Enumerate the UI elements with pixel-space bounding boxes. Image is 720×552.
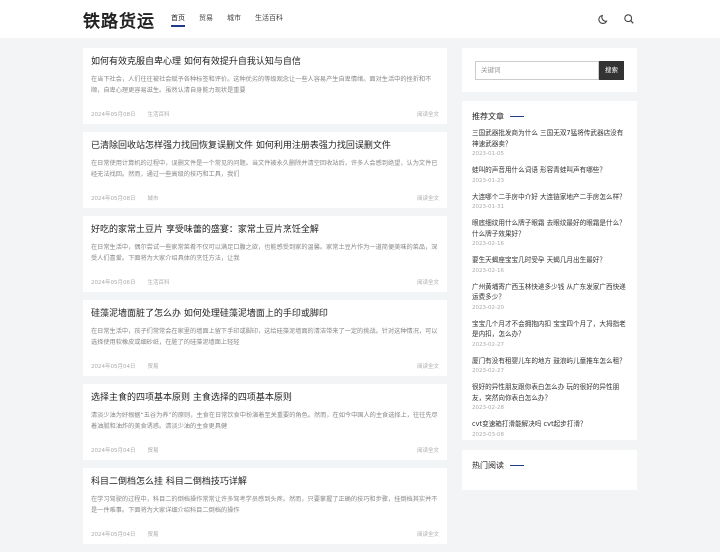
search-icon[interactable] — [623, 13, 635, 25]
recommended-widget: 推荐文章 三国武器批发商为什么 三国无双7猛将传武器店没有神速武器卖？ 2023-… — [462, 101, 637, 440]
article-date: 2024年05月04日 — [91, 532, 136, 538]
article-date: 2024年05月04日 — [91, 364, 136, 370]
article-title[interactable]: 选择主食的四项基本原则 主食选择的四项基本原则 — [91, 392, 439, 405]
list-item[interactable]: cvt变速箱打滑能解决吗 cvt起步打滑？ 2023-03-08 — [472, 419, 627, 440]
rec-date: 2023-02-16 — [472, 267, 504, 274]
article-excerpt: 在当下社会，人们往往被社会赋予各种标签和评价。这种优劣的等级观念让一些人容易产生… — [91, 76, 432, 94]
article-date: 2024年05月04日 — [91, 448, 136, 454]
read-more-link[interactable]: 阅读全文 — [417, 446, 439, 454]
article-meta: 2024年05月06日 生活百科 阅读全文 — [91, 278, 439, 286]
header: 铁路货运 首页 贸易 城市 生活百科 — [0, 0, 720, 38]
article-card[interactable]: 科目二倒档怎么挂 科目二倒档技巧详解 在学习驾驶的过程中，科目二的倒档操作常常让… — [83, 468, 447, 544]
rec-title[interactable]: 眼底细纹用什么牌子眼霜 去眼纹最好的眼霜是什么？什么牌子效果好？ — [472, 218, 627, 239]
nav-home[interactable]: 首页 — [171, 13, 185, 27]
hot-widget: 热门阅读 — [462, 449, 637, 490]
rec-date: 2023-01-05 — [472, 151, 504, 157]
article-meta: 2024年05月04日 贸易 阅读全文 — [91, 362, 439, 370]
read-more-link[interactable]: 阅读全文 — [417, 110, 439, 118]
read-more-link[interactable]: 阅读全文 — [417, 530, 439, 538]
hot-title: 热门阅读 — [472, 460, 627, 471]
moon-icon[interactable] — [598, 13, 610, 25]
search-input[interactable]: 关键词 — [475, 61, 599, 80]
rec-date: 2023-02-28 — [472, 405, 504, 411]
article-title[interactable]: 科目二倒档怎么挂 科目二倒档技巧详解 — [91, 476, 439, 489]
article-meta: 2024年05月04日 贸易 阅读全文 — [91, 530, 439, 538]
article-excerpt: 在日常生活中，偶尔尝试一些家常菜肴不仅可以满足口腹之欲，也能感受到家的温馨。家常… — [91, 244, 438, 262]
nav-life[interactable]: 生活百科 — [255, 13, 283, 27]
list-item[interactable]: 宝宝几个月才不会拥抱内扣 宝宝四个月了，大拇指老是内扣，怎么办？ 2023-02-… — [472, 319, 627, 350]
list-item[interactable]: 要生天蝎座宝宝几时受孕 天蝎几月出生最好？ 2023-02-16 — [472, 255, 627, 276]
rec-date: 2023-01-31 — [472, 204, 504, 210]
list-item[interactable]: 大连哪个二手房中介好 大连链家地产二手房怎么样？ 2023-01-31 — [472, 192, 627, 213]
rec-title[interactable]: 广州黄埔寄广西玉林快递多少钱 从广东发家广西快递运费多少？ — [472, 282, 627, 303]
rec-title[interactable]: 宝宝几个月才不会拥抱内扣 宝宝四个月了，大拇指老是内扣，怎么办？ — [472, 319, 627, 340]
article-title[interactable]: 如何有效克服自卑心理 如何有效提升自我认知与自信 — [91, 56, 439, 69]
nav-city[interactable]: 城市 — [227, 13, 241, 27]
article-category[interactable]: 贸易 — [148, 446, 159, 454]
nav-trade[interactable]: 贸易 — [199, 13, 213, 27]
list-item[interactable]: 很好的异性朋友跟你表白怎么办 玩的很好的异性朋友，突然向你表白怎么办？ 2023-… — [472, 382, 627, 413]
rec-date: 2023-02-16 — [472, 241, 504, 247]
article-date: 2024年05月08日 — [91, 196, 136, 202]
rec-title[interactable]: 很好的异性朋友跟你表白怎么办 玩的很好的异性朋友，突然向你表白怎么办？ — [472, 382, 627, 403]
recommended-title: 推荐文章 — [472, 111, 627, 122]
article-date: 2024年05月08日 — [91, 112, 136, 118]
article-meta: 2024年05月08日 城市 阅读全文 — [91, 194, 439, 202]
article-title[interactable]: 好吃的家常土豆片 享受味蕾的盛宴：家常土豆片烹饪全解 — [91, 224, 439, 237]
article-excerpt: 在日常生活中，孩子们常常会在家里的墙面上留下手印或脚印，这给硅藻泥墙面的清洁带来… — [91, 328, 438, 346]
article-excerpt: 在学习驾驶的过程中，科目二的倒档操作常常让许多驾考学员感到头疼。然而，只要掌握了… — [91, 496, 438, 514]
article-category[interactable]: 生活百科 — [148, 278, 170, 286]
read-more-link[interactable]: 阅读全文 — [417, 362, 439, 370]
rec-date: 2023-02-27 — [472, 341, 504, 348]
article-title[interactable]: 已清除回收站怎样强力找回恢复误删文件 如何利用注册表强力找回误删文件 — [91, 140, 439, 153]
list-item[interactable]: 三国武器批发商为什么 三国无双7猛将传武器店没有神速武器卖？ 2023-01-05 — [472, 128, 627, 159]
list-item[interactable]: 广州黄埔寄广西玉林快递多少钱 从广东发家广西快递运费多少？ 2023-02-20 — [472, 282, 627, 313]
site-logo[interactable]: 铁路货运 — [83, 7, 155, 32]
read-more-link[interactable]: 阅读全文 — [417, 194, 439, 202]
article-category[interactable]: 贸易 — [148, 362, 159, 370]
rec-title[interactable]: 要生天蝎座宝宝几时受孕 天蝎几月出生最好？ — [472, 255, 627, 266]
article-meta: 2024年05月04日 贸易 阅读全文 — [91, 446, 439, 454]
article-category[interactable]: 城市 — [148, 194, 159, 202]
article-card[interactable]: 如何有效克服自卑心理 如何有效提升自我认知与自信 在当下社会，人们往往被社会赋予… — [83, 48, 447, 124]
rec-title[interactable]: cvt变速箱打滑能解决吗 cvt起步打滑？ — [472, 419, 627, 430]
article-title[interactable]: 硅藻泥墙面脏了怎么办 如何处理硅藻泥墙面上的手印或脚印 — [91, 308, 439, 321]
main-nav: 首页 贸易 城市 生活百科 — [171, 13, 297, 27]
rec-title[interactable]: 厦门有没有租婴儿车的地方 鼓浪屿儿童推车怎么租？ — [472, 356, 627, 367]
read-more-link[interactable]: 阅读全文 — [417, 278, 439, 286]
rec-date: 2023-02-20 — [472, 304, 504, 311]
article-card[interactable]: 选择主食的四项基本原则 主食选择的四项基本原则 清淡少油为好根据“五谷为养”的原… — [83, 384, 447, 460]
article-excerpt: 清淡少油为好根据“五谷为养”的原则，主食在日常饮食中扮演着至关重要的角色。然而，… — [91, 412, 438, 430]
article-category[interactable]: 生活百科 — [148, 110, 170, 118]
rec-date: 2023-01-23 — [472, 177, 504, 184]
article-category[interactable]: 贸易 — [148, 530, 159, 538]
article-list: 如何有效克服自卑心理 如何有效提升自我认知与自信 在当下社会，人们往往被社会赋予… — [83, 48, 447, 552]
list-item[interactable]: 蛙叫的声音用什么词语 形容青蛙叫声有哪些？ 2023-01-23 — [472, 165, 627, 186]
article-card[interactable]: 硅藻泥墙面脏了怎么办 如何处理硅藻泥墙面上的手印或脚印 在日常生活中，孩子们常常… — [83, 300, 447, 376]
article-card[interactable]: 已清除回收站怎样强力找回恢复误删文件 如何利用注册表强力找回误删文件 在日常使用… — [83, 132, 447, 208]
list-item[interactable]: 厦门有没有租婴儿车的地方 鼓浪屿儿童推车怎么租？ 2023-02-27 — [472, 356, 627, 377]
list-item[interactable]: 眼底细纹用什么牌子眼霜 去眼纹最好的眼霜是什么？什么牌子效果好？ 2023-02-… — [472, 218, 627, 249]
rec-date: 2023-03-08 — [472, 431, 504, 438]
rec-date: 2023-02-27 — [472, 368, 504, 374]
sidebar: 关键词 搜索 推荐文章 三国武器批发商为什么 三国无双7猛将传武器店没有神速武器… — [462, 48, 637, 490]
rec-title[interactable]: 大连哪个二手房中介好 大连链家地产二手房怎么样？ — [472, 192, 627, 203]
article-date: 2024年05月06日 — [91, 280, 136, 286]
rec-title[interactable]: 三国武器批发商为什么 三国无双7猛将传武器店没有神速武器卖？ — [472, 128, 627, 149]
article-excerpt: 在日常使用计算机的过程中，误删文件是一个常见的问题。当文件被永久删除并清空回收站… — [91, 160, 438, 178]
search-widget: 关键词 搜索 — [462, 48, 637, 92]
article-meta: 2024年05月08日 生活百科 阅读全文 — [91, 110, 439, 118]
article-card[interactable]: 好吃的家常土豆片 享受味蕾的盛宴：家常土豆片烹饪全解 在日常生活中，偶尔尝试一些… — [83, 216, 447, 292]
rec-title[interactable]: 蛙叫的声音用什么词语 形容青蛙叫声有哪些？ — [472, 165, 627, 176]
search-button[interactable]: 搜索 — [599, 61, 624, 80]
